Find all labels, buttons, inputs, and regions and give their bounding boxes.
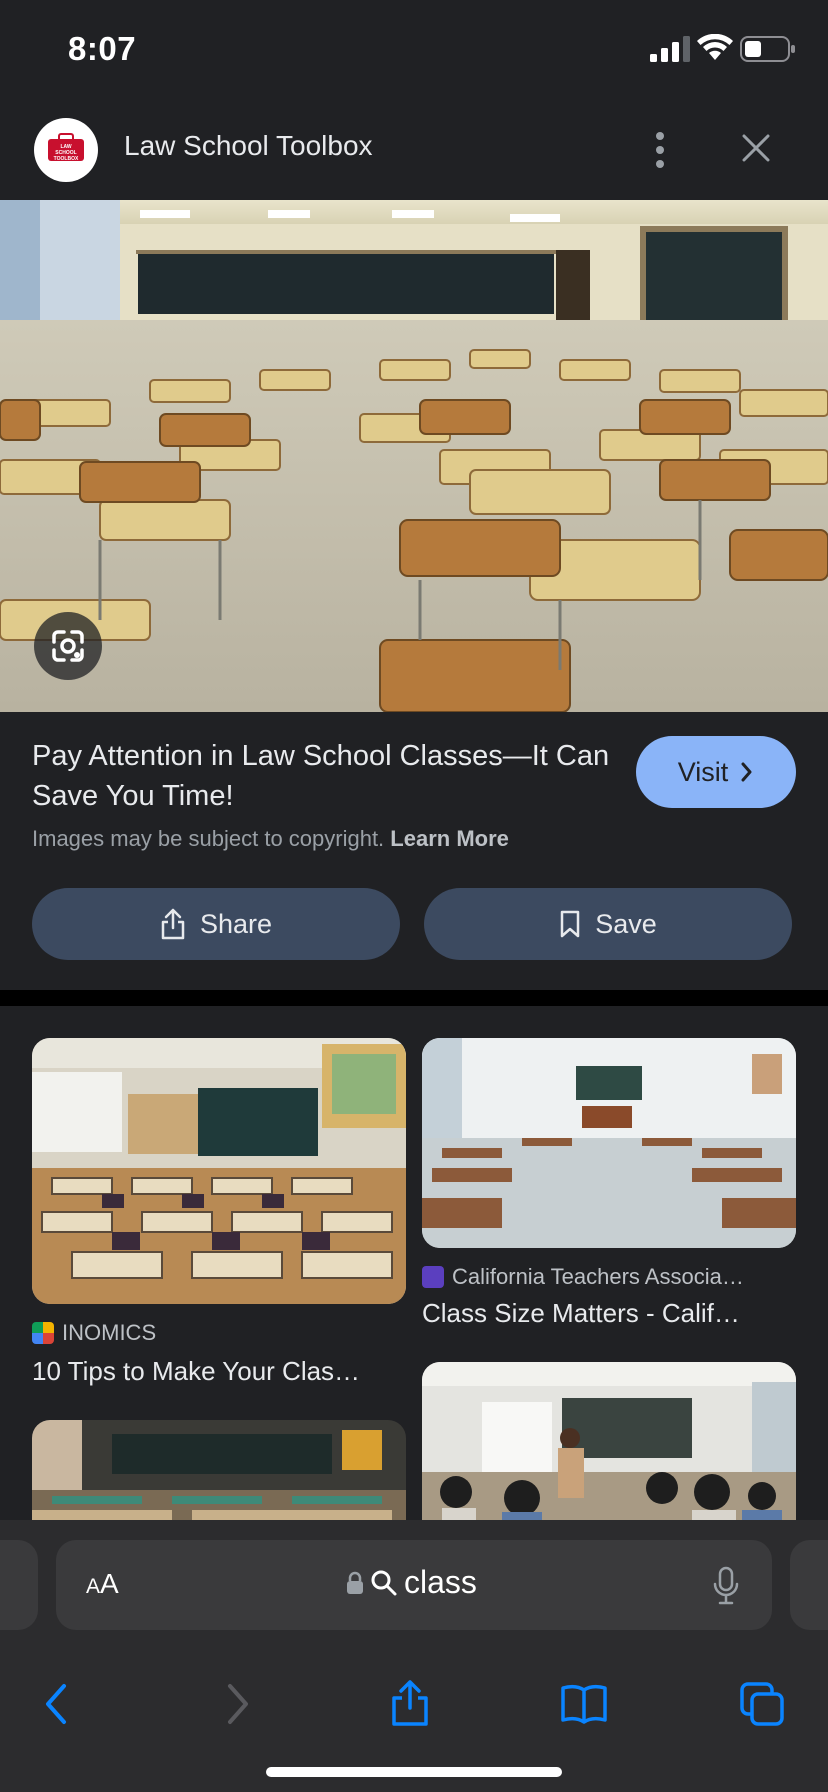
status-time: 8:07 — [68, 30, 137, 67]
visit-button[interactable]: Visit — [636, 736, 796, 808]
related-image-4[interactable] — [422, 1362, 796, 1526]
briefcase-icon: LAW SCHOOL TOOLBOX — [48, 133, 84, 162]
back-icon[interactable] — [34, 1680, 82, 1728]
close-icon[interactable] — [738, 130, 774, 166]
site-name[interactable]: Law School Toolbox — [124, 130, 373, 162]
signal-icon — [650, 36, 690, 62]
site-logo[interactable]: LAW SCHOOL TOOLBOX — [34, 118, 98, 182]
previous-tab-preview[interactable] — [0, 1540, 38, 1630]
related-image-3[interactable] — [32, 1420, 406, 1526]
related-image-1[interactable] — [32, 1038, 406, 1304]
copyright-text: Images may be subject to copyright. — [32, 826, 385, 851]
bookmarks-icon[interactable] — [560, 1680, 608, 1728]
related-title-1[interactable]: 10 Tips to Make Your Clas… — [32, 1356, 406, 1387]
logo-text: LAW SCHOOL TOOLBOX — [53, 144, 79, 162]
save-button[interactable]: Save — [424, 888, 792, 960]
classroom-image — [0, 200, 828, 712]
lock-icon — [347, 1571, 363, 1594]
copyright-notice: Images may be subject to copyright. Lear… — [32, 826, 509, 852]
related-images: INOMICS 10 Tips to Make Your Clas… Calif… — [0, 1006, 828, 1526]
image-title: Pay Attention in Law School Classes—It C… — [32, 740, 610, 812]
share-icon — [161, 908, 185, 940]
microphone-icon[interactable] — [712, 1566, 740, 1606]
browser-bottom-bar: AA class — [0, 1520, 828, 1792]
more-vert-icon[interactable] — [648, 126, 672, 174]
section-divider — [0, 990, 828, 1006]
wifi-icon — [697, 34, 733, 60]
learn-more-link[interactable]: Learn More — [390, 826, 509, 851]
viewer-header: LAW SCHOOL TOOLBOX Law School Toolbox — [0, 100, 828, 200]
status-bar: 8:07 — [0, 0, 828, 100]
address-bar[interactable]: AA class — [56, 1540, 772, 1630]
google-lens-icon[interactable] — [34, 612, 102, 680]
share-label: Share — [199, 908, 273, 939]
search-query: class — [404, 1564, 477, 1600]
preview-image[interactable] — [0, 200, 828, 712]
save-label: Save — [595, 908, 657, 939]
related-image-2[interactable] — [422, 1038, 796, 1248]
cta-favicon-icon — [422, 1266, 444, 1288]
related-source-2: California Teachers Associa… — [422, 1264, 796, 1290]
share-button[interactable]: Share — [32, 888, 400, 960]
related-source-1: INOMICS — [32, 1320, 156, 1346]
url-display[interactable]: class — [346, 1564, 477, 1601]
battery-icon — [740, 36, 795, 62]
reader-aa-button[interactable]: AA — [86, 1568, 119, 1600]
share-sheet-icon[interactable] — [386, 1680, 434, 1728]
chevron-right-icon — [741, 762, 752, 782]
search-icon — [371, 1570, 397, 1595]
bookmark-icon — [560, 910, 580, 938]
tabs-icon[interactable] — [738, 1680, 786, 1728]
next-tab-preview[interactable] — [790, 1540, 828, 1630]
inomics-favicon-icon — [32, 1322, 54, 1344]
home-indicator[interactable] — [266, 1767, 562, 1777]
forward-icon[interactable] — [212, 1680, 260, 1728]
visit-label: Visit — [677, 756, 729, 787]
related-title-2[interactable]: Class Size Matters - Calif… — [422, 1298, 796, 1329]
